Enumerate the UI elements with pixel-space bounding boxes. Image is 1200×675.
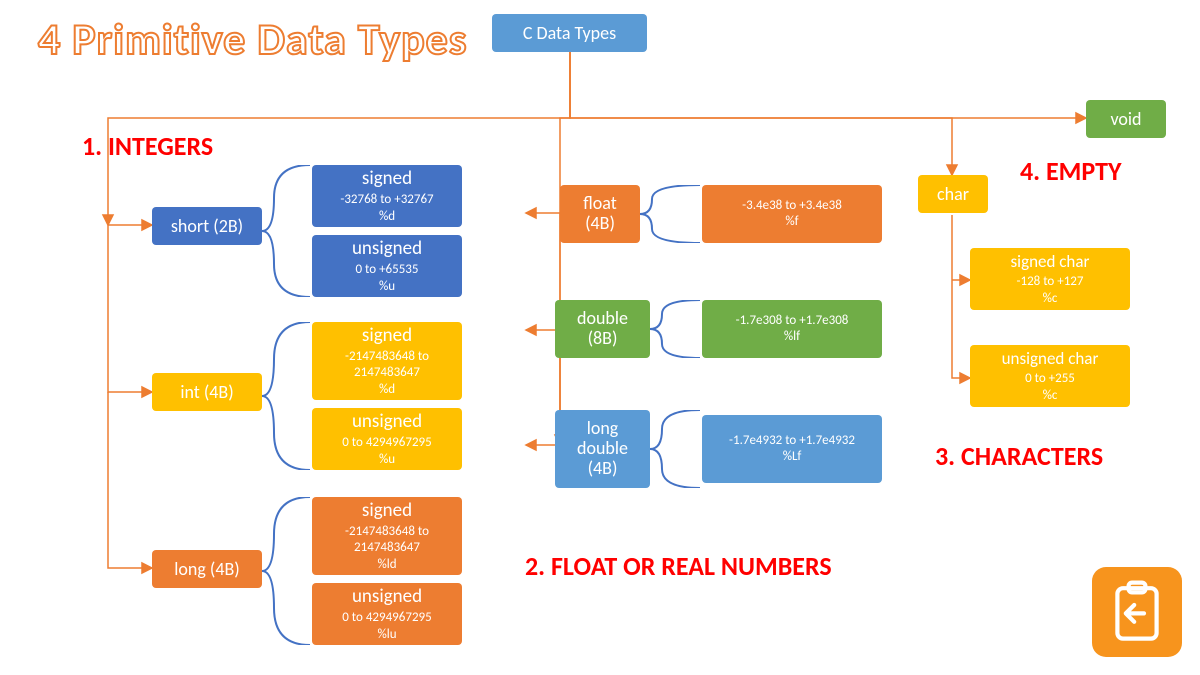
fmt: %u (379, 452, 395, 468)
label: signed char (1011, 251, 1090, 272)
range: 0 to 4294967295 (342, 610, 431, 626)
float-box: float (4B) (560, 185, 640, 243)
range: 0 to +255 (1025, 371, 1075, 387)
double-range: -1.7e308 to +1.7e308 %lf (702, 300, 882, 358)
short-unsigned: unsigned 0 to +65535 %u (312, 235, 462, 297)
fmt: %d (379, 382, 395, 398)
label: signed (362, 499, 412, 522)
brace-long (262, 497, 312, 645)
range: -1.7e4932 to +1.7e4932 (729, 433, 855, 449)
label: unsigned (352, 237, 422, 260)
clipboard-back-icon (1092, 567, 1182, 657)
longdouble-range: -1.7e4932 to +1.7e4932 %Lf (702, 415, 882, 483)
long-signed: signed -2147483648 to 2147483647 %ld (312, 497, 462, 575)
range: -2147483648 to 2147483647 (320, 524, 454, 557)
range: -1.7e308 to +1.7e308 (736, 313, 849, 329)
fmt: %c (1043, 291, 1058, 307)
fmt: %Lf (783, 449, 802, 465)
section-3: 3. CHARACTERS (935, 440, 1103, 472)
label: signed (362, 167, 412, 190)
range: -3.4e38 to +3.4e38 (742, 198, 842, 214)
label: unsigned char (1002, 348, 1099, 369)
range: -2147483648 to 2147483647 (320, 349, 454, 382)
signed-char: signed char -128 to +127 %c (970, 248, 1130, 310)
fmt: %ld (377, 557, 396, 573)
unsigned-char: unsigned char 0 to +255 %c (970, 345, 1130, 407)
brace-longdouble (650, 410, 702, 488)
short-box: short (2B) (152, 207, 262, 245)
brace-short (262, 165, 312, 297)
range: -128 to +127 (1017, 274, 1084, 290)
int-box: int (4B) (152, 373, 262, 411)
range: 0 to 4294967295 (342, 435, 431, 451)
long-box: long (4B) (152, 550, 262, 588)
fmt: %c (1043, 388, 1058, 404)
double-box: double (8B) (555, 300, 650, 358)
label: unsigned (352, 585, 422, 608)
fmt: %lu (377, 627, 396, 643)
section-1: 1. INTEGERS (82, 130, 213, 162)
range: 0 to +65535 (356, 262, 419, 278)
long-unsigned: unsigned 0 to 4294967295 %lu (312, 583, 462, 645)
fmt: %lf (784, 329, 800, 345)
label: unsigned (352, 410, 422, 433)
fmt: %d (379, 209, 395, 225)
section-2: 2. FLOAT OR REAL NUMBERS (525, 550, 832, 582)
longdouble-box: long double (4B) (555, 410, 650, 488)
brace-double (650, 300, 702, 358)
brace-float (640, 185, 702, 243)
void-box: void (1086, 100, 1166, 138)
fmt: %u (379, 279, 395, 295)
int-signed: signed -2147483648 to 2147483647 %d (312, 322, 462, 400)
int-unsigned: unsigned 0 to 4294967295 %u (312, 408, 462, 470)
section-4: 4. EMPTY (1020, 155, 1122, 187)
brace-int (262, 322, 312, 470)
float-range: -3.4e38 to +3.4e38 %f (702, 185, 882, 243)
range: -32768 to +32767 (340, 192, 433, 208)
fmt: %f (785, 214, 798, 230)
char-box: char (918, 175, 988, 213)
label: signed (362, 324, 412, 347)
short-signed: signed -32768 to +32767 %d (312, 165, 462, 227)
